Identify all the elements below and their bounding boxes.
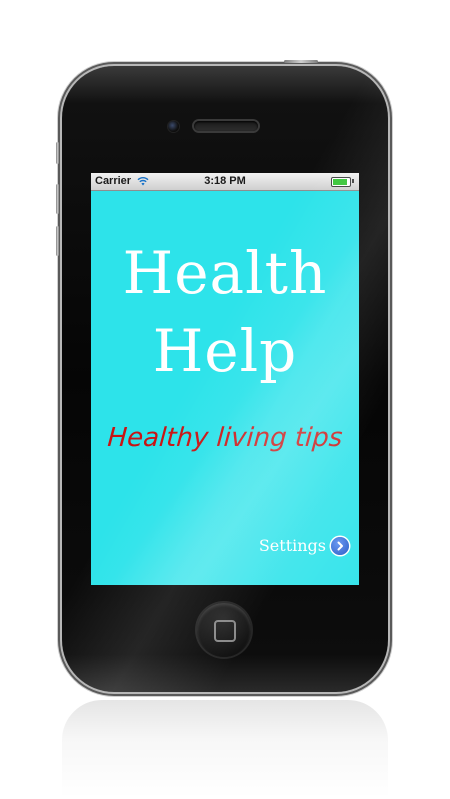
app-title-line-1: Health [122,239,328,307]
app-title-line-2: Help [152,317,298,385]
chevron-glyph [337,541,343,550]
status-bar: Carrier 3:18 PM [91,173,359,191]
power-button [284,60,318,63]
battery-tip [352,179,354,183]
phone-reflection [62,700,388,799]
app-screen: Carrier 3:18 PM Health Help Healthy livi… [91,173,359,585]
status-time: 3:18 PM [204,175,246,187]
home-square-icon [214,620,236,642]
earpiece-speaker [194,121,258,131]
chevron-right-icon[interactable] [331,536,349,555]
battery-icon [331,177,351,187]
front-camera [168,121,179,132]
battery-level [333,179,347,185]
app-tagline: Healthy living tips [106,423,344,453]
volume-up-button [56,184,59,214]
mute-switch [56,142,59,164]
volume-down-button [56,226,59,256]
settings-button[interactable]: Settings [259,536,349,555]
phone-frame: Carrier 3:18 PM Health Help Healthy livi… [56,60,388,692]
stage: Carrier 3:18 PM Health Help Healthy livi… [0,0,450,799]
home-button[interactable] [197,603,251,657]
settings-label: Settings [258,536,326,555]
